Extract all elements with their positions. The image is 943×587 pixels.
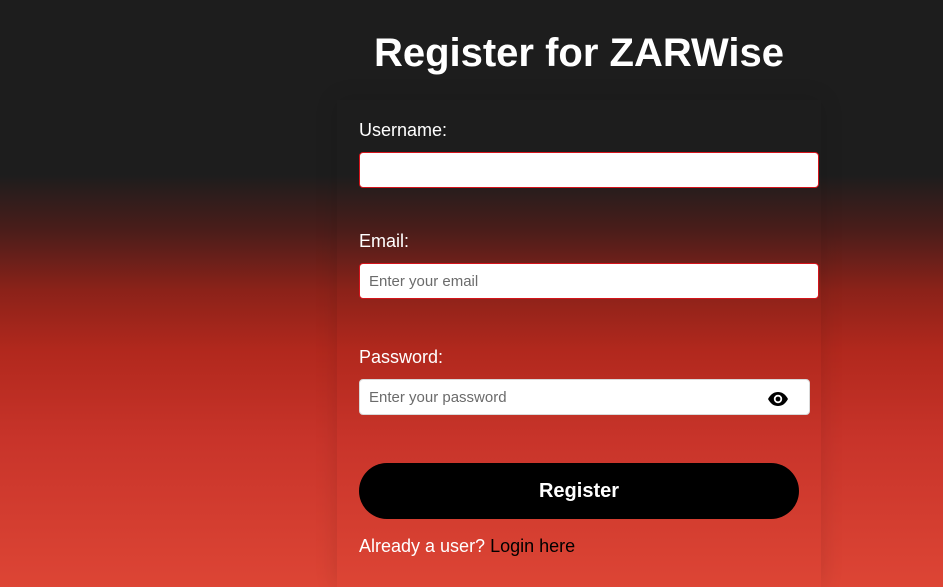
email-label: Email: bbox=[359, 231, 410, 251]
login-prompt-row: Already a user? Login here bbox=[359, 535, 575, 557]
email-field-wrapper bbox=[359, 263, 819, 299]
eye-icon[interactable] bbox=[767, 391, 789, 407]
username-field-wrapper bbox=[359, 152, 819, 188]
password-label: Password: bbox=[359, 347, 444, 367]
page-title: Register for ZARWise bbox=[373, 31, 785, 75]
login-prompt-text: Already a user? bbox=[359, 536, 486, 556]
login-link[interactable]: Login here bbox=[490, 536, 575, 556]
register-button[interactable]: Register bbox=[359, 463, 799, 519]
username-label: Username: bbox=[359, 120, 448, 140]
password-input[interactable] bbox=[360, 380, 809, 414]
username-input[interactable] bbox=[360, 153, 818, 187]
password-field-wrapper bbox=[359, 379, 810, 415]
email-input[interactable] bbox=[360, 264, 818, 298]
